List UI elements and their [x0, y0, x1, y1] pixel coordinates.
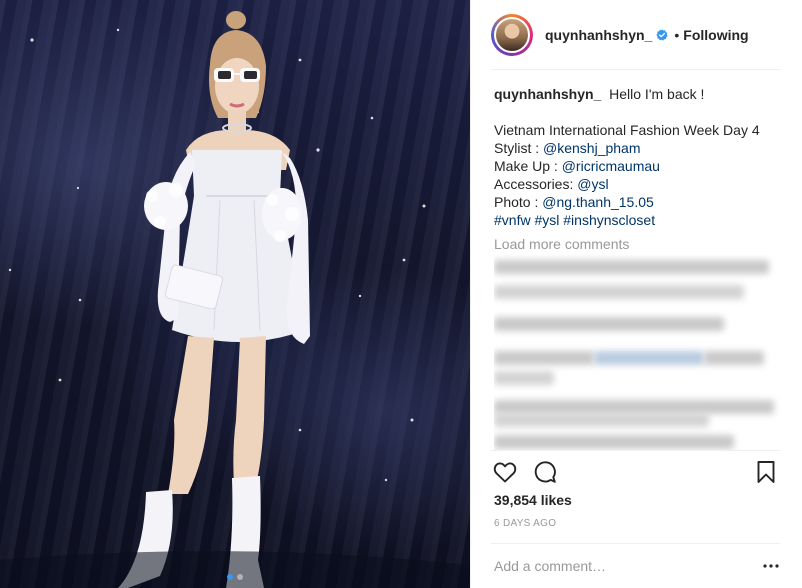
following-button[interactable]: Following [683, 27, 748, 43]
save-button[interactable] [752, 458, 780, 486]
like-button[interactable] [491, 458, 519, 486]
post-photo[interactable] [0, 0, 470, 588]
photo-mention-link[interactable]: @ng.thanh_15.05 [542, 194, 654, 210]
avatar[interactable] [494, 17, 530, 53]
load-more-comments-button[interactable]: Load more comments [494, 235, 789, 253]
caption-photo: Photo : @ng.thanh_15.05 [494, 193, 789, 211]
header-username[interactable]: quynhanhshyn_ [545, 27, 652, 43]
avatar-story-ring[interactable] [491, 14, 533, 56]
add-comment-input[interactable] [494, 555, 744, 577]
hashtag-link[interactable]: #inshynscloset [563, 212, 655, 228]
verified-badge-icon [656, 29, 668, 41]
post-actions [491, 458, 780, 486]
likes-count[interactable]: 39,854 likes [494, 492, 572, 508]
header-divider [491, 69, 781, 70]
caption-stylist: Stylist : @kenshj_pham [494, 139, 789, 157]
carousel-dot[interactable] [237, 574, 243, 580]
comment-divider [491, 543, 780, 544]
makeup-label: Make Up : [494, 158, 562, 174]
comment-button[interactable] [531, 458, 559, 486]
photo-label: Photo : [494, 194, 543, 210]
separator-dot: • [674, 27, 680, 43]
post-timestamp[interactable]: 6 DAYS AGO [494, 518, 556, 529]
accessories-mention-link[interactable]: @ysl [577, 176, 608, 192]
stylist-mention-link[interactable]: @kenshj_pham [543, 140, 641, 156]
more-options-button[interactable] [762, 558, 780, 574]
hashtag-link[interactable]: #vnfw [494, 212, 531, 228]
accessories-label: Accessories: [494, 176, 578, 192]
caption-event: Vietnam International Fashion Week Day 4 [494, 122, 760, 138]
post-caption: quynhanhshyn_ Hello I'm back ! Vietnam I… [494, 85, 789, 253]
caption-hashtags: #vnfw #ysl #inshynscloset [494, 211, 789, 229]
caption-text: Hello I'm back ! [609, 86, 705, 102]
bookmark-icon [757, 461, 775, 483]
stylist-label: Stylist : [494, 140, 544, 156]
caption-first-line: quynhanhshyn_ Hello I'm back ! [494, 85, 789, 103]
post-details-panel: quynhanhshyn_ • Following quynhanhshyn_ … [470, 0, 802, 588]
caption-username[interactable]: quynhanhshyn_ [494, 86, 601, 102]
comment-icon [534, 461, 556, 483]
hashtag-link[interactable]: #ysl [534, 212, 559, 228]
makeup-mention-link[interactable]: @ricricmaumau [562, 158, 660, 174]
post-header: quynhanhshyn_ • Following [471, 0, 802, 70]
more-options-icon [763, 564, 779, 568]
heart-icon [493, 462, 517, 483]
caption-makeup: Make Up : @ricricmaumau [494, 157, 789, 175]
carousel-indicator[interactable] [0, 574, 470, 580]
actions-divider [491, 450, 780, 451]
blurred-comments [494, 255, 789, 450]
photo-illustration [0, 11, 470, 588]
caption-accessories: Accessories: @ysl [494, 175, 789, 193]
carousel-dot-active[interactable] [227, 574, 233, 580]
